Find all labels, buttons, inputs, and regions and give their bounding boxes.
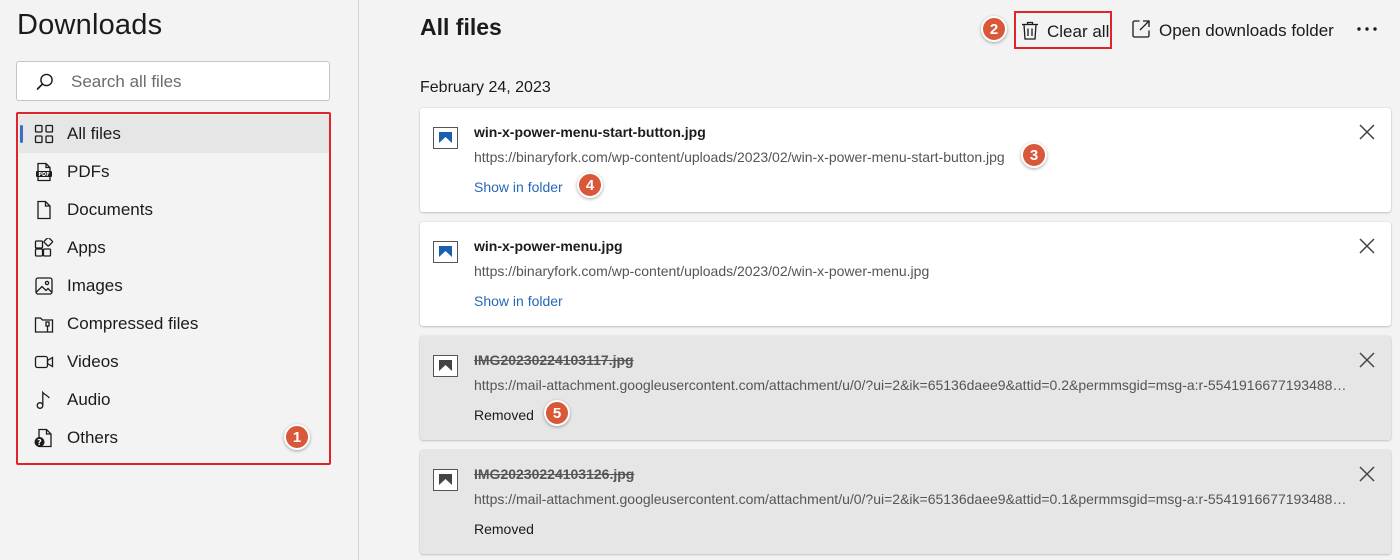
show-in-folder-link[interactable]: Show in folder — [474, 293, 563, 309]
file-url: https://binaryfork.com/wp-content/upload… — [474, 263, 930, 279]
download-item-removed[interactable]: IMG20230224103126.jpg https://mail-attac… — [420, 450, 1391, 554]
file-url: https://mail-attachment.googleuserconten… — [474, 491, 1350, 507]
clear-all-button[interactable]: Clear all — [1014, 11, 1112, 49]
sidebar: Downloads All files PDF PDFs — [0, 0, 359, 560]
annotation-badge: 4 — [577, 172, 603, 198]
file-name: IMG20230224103117.jpg — [474, 352, 634, 368]
sidebar-item-label: Documents — [67, 200, 153, 219]
open-external-icon — [1132, 20, 1150, 38]
sidebar-item-label: Images — [67, 276, 123, 295]
archive-icon — [34, 317, 54, 333]
sidebar-item-label: PDFs — [67, 162, 110, 181]
file-name[interactable]: win-x-power-menu-start-button.jpg — [474, 124, 706, 140]
search-box[interactable] — [16, 61, 330, 101]
annotation-badge: 5 — [544, 400, 570, 426]
image-file-icon — [433, 241, 458, 263]
sidebar-item-label: Compressed files — [67, 314, 199, 333]
image-file-icon — [433, 127, 458, 149]
trash-icon — [1022, 21, 1038, 40]
annotation-badge: 3 — [1021, 142, 1047, 168]
sidebar-item-label: All files — [67, 124, 121, 143]
section-title: All files — [420, 14, 502, 40]
open-downloads-folder-label: Open downloads folder — [1159, 21, 1334, 40]
svg-text:?: ? — [37, 438, 42, 447]
more-options-icon[interactable] — [1355, 18, 1379, 40]
page-title: Downloads — [17, 9, 163, 41]
status-removed: Removed — [474, 521, 534, 537]
file-url: https://mail-attachment.googleuserconten… — [474, 377, 1350, 393]
file-name: IMG20230224103126.jpg — [474, 466, 635, 482]
status-removed: Removed — [474, 407, 534, 423]
sidebar-item-videos[interactable]: Videos — [19, 343, 329, 381]
sidebar-item-pdfs[interactable]: PDF PDFs — [19, 153, 329, 191]
grid-icon — [34, 124, 54, 144]
sidebar-item-images[interactable]: Images — [19, 267, 329, 305]
unknown-file-icon: ? — [34, 428, 52, 448]
close-icon[interactable] — [1358, 351, 1376, 369]
annotation-badge: 1 — [284, 424, 310, 450]
sidebar-item-label: Audio — [67, 390, 111, 409]
sidebar-item-apps[interactable]: Apps — [19, 229, 329, 267]
close-icon[interactable] — [1358, 465, 1376, 483]
date-group-header: February 24, 2023 — [420, 79, 551, 96]
sidebar-item-others[interactable]: ? Others — [19, 419, 329, 457]
image-icon — [35, 277, 53, 295]
close-icon[interactable] — [1358, 123, 1376, 141]
video-icon — [34, 355, 54, 369]
music-note-icon — [36, 390, 50, 409]
sidebar-item-label: Others — [67, 428, 119, 447]
download-item[interactable]: win-x-power-menu.jpg https://binaryfork.… — [420, 222, 1391, 326]
pdf-icon: PDF — [36, 162, 52, 182]
apps-icon — [34, 238, 54, 257]
show-in-folder-link[interactable]: Show in folder — [474, 179, 563, 195]
file-name[interactable]: win-x-power-menu.jpg — [474, 238, 623, 254]
sidebar-item-audio[interactable]: Audio — [19, 381, 329, 419]
annotation-badge: 2 — [981, 16, 1007, 42]
image-file-icon — [433, 469, 458, 491]
download-item-removed[interactable]: IMG20230224103117.jpg https://mail-attac… — [420, 336, 1391, 440]
sidebar-item-label: Apps — [67, 238, 106, 257]
search-icon — [36, 73, 53, 90]
clear-all-label: Clear all — [1047, 22, 1110, 41]
sidebar-item-all-files[interactable]: All files — [19, 115, 329, 153]
download-item[interactable]: win-x-power-menu-start-button.jpg https:… — [420, 108, 1391, 212]
file-url: https://binaryfork.com/wp-content/upload… — [474, 149, 1005, 165]
sidebar-item-documents[interactable]: Documents — [19, 191, 329, 229]
sidebar-item-compressed-files[interactable]: Compressed files — [19, 305, 329, 343]
search-input[interactable] — [71, 70, 311, 94]
svg-text:PDF: PDF — [38, 172, 49, 178]
image-file-icon — [433, 355, 458, 377]
category-nav: All files PDF PDFs Documents Apps Images… — [16, 112, 331, 465]
close-icon[interactable] — [1358, 237, 1376, 255]
document-icon — [37, 200, 51, 220]
sidebar-item-label: Videos — [67, 352, 119, 371]
